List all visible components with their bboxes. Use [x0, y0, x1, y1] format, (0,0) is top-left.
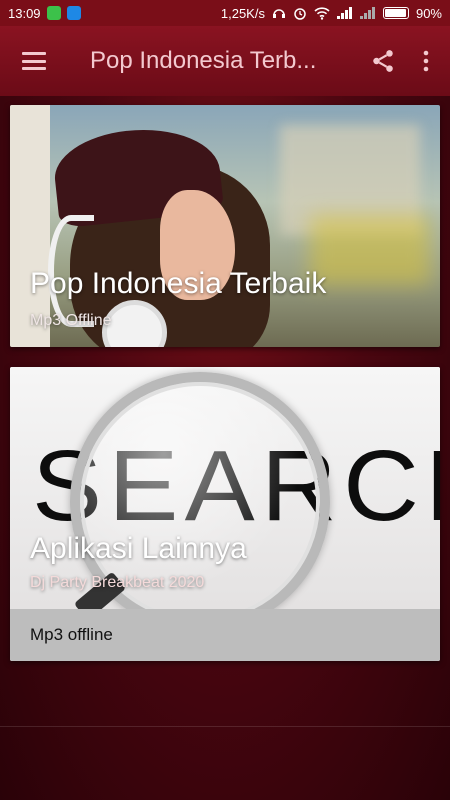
card-image-search: SEARCH — [10, 367, 440, 609]
card-pop-indonesia[interactable]: Pop Indonesia Terbaik Mp3 Offline — [10, 105, 440, 347]
overflow-menu-icon[interactable] — [422, 49, 430, 73]
battery-icon — [382, 7, 409, 19]
battery-percent: 90% — [415, 5, 442, 21]
card-title: Pop Indonesia Terbaik — [30, 267, 327, 300]
card-image-girl-headphones — [10, 105, 440, 347]
card-footer: Mp3 offline — [10, 609, 440, 661]
app-bar: Pop Indonesia Terb... — [0, 26, 450, 96]
status-time: 13:09 — [8, 5, 41, 21]
signal-icon — [336, 7, 352, 19]
share-icon[interactable] — [370, 48, 396, 74]
headset-icon — [272, 9, 285, 18]
divider — [0, 726, 450, 727]
app-title: Pop Indonesia Terb... — [90, 47, 317, 74]
status-bar: 13:09 1,25K/s 90% — [0, 0, 450, 26]
card-other-apps[interactable]: SEARCH Aplikasi Lainnya Dj Party Breakbe… — [10, 367, 440, 661]
card-subtitle: Dj Party Breakbeat 2020 — [30, 574, 205, 591]
card-title: Aplikasi Lainnya — [30, 532, 247, 565]
wifi-icon — [314, 6, 330, 20]
whatsapp-icon — [46, 6, 61, 20]
messenger-icon — [66, 6, 81, 20]
alarm-icon — [294, 8, 306, 20]
network-speed: 1,25K/s — [220, 5, 265, 21]
card-subtitle: Mp3 Offline — [30, 312, 112, 329]
menu-icon[interactable] — [22, 52, 46, 70]
signal-2-icon — [359, 7, 375, 19]
